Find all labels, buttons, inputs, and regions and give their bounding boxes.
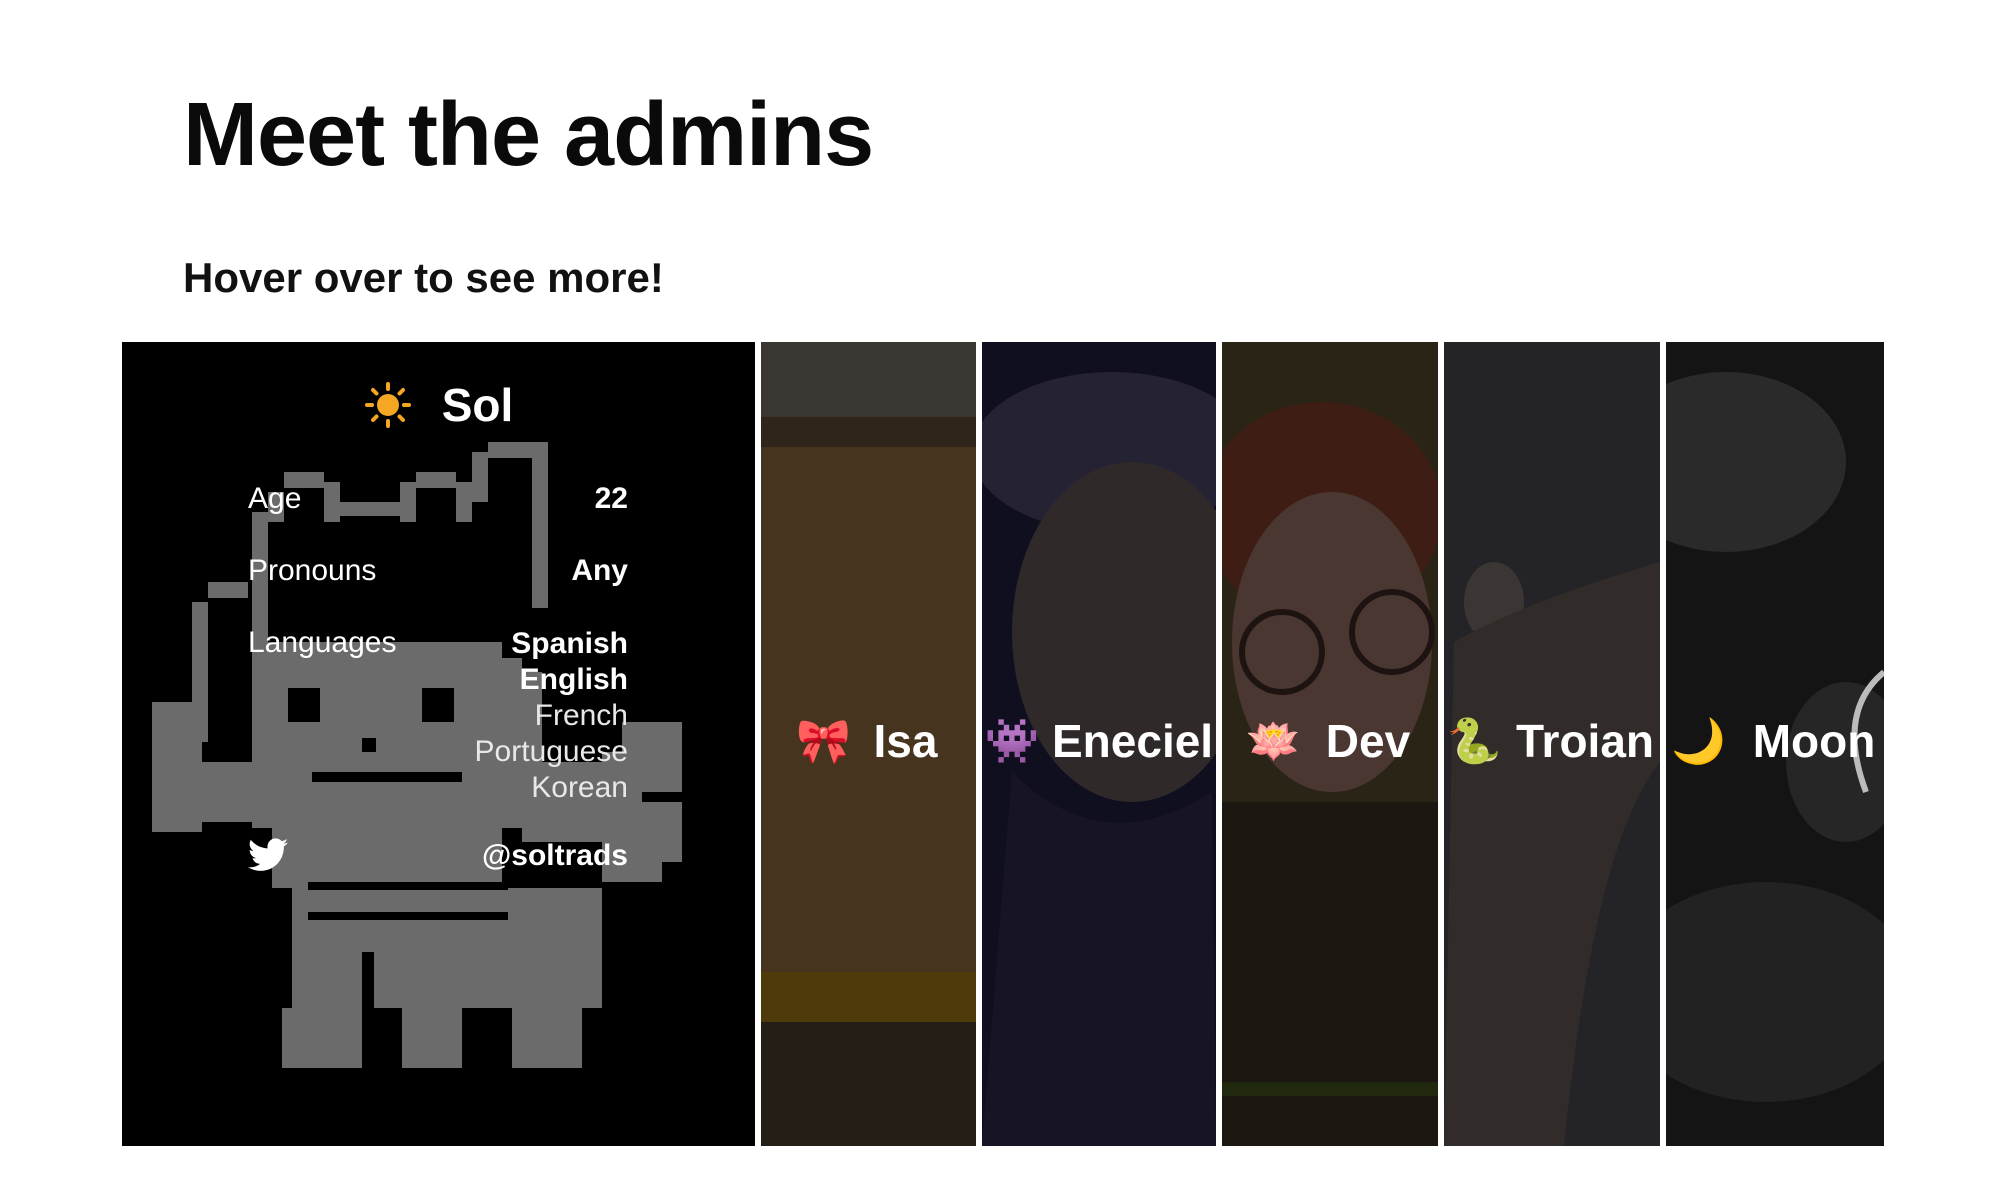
admin-card-dev[interactable]: 🪷 Dev	[1222, 342, 1438, 1146]
language-item: English	[519, 663, 628, 696]
page-subtitle: Hover over to see more!	[183, 254, 664, 301]
languages-list: Spanish English French Portuguese Korean	[475, 626, 628, 806]
admin-label-troian: 🐍 Troian	[1444, 714, 1660, 768]
alien-monster-icon: 👾	[984, 717, 1040, 766]
lotus-icon: 🪷	[1246, 717, 1302, 766]
admin-card-moon[interactable]: 🌙 Moon	[1666, 342, 1884, 1146]
admin-card-troian[interactable]: 🐍 Troian	[1444, 342, 1660, 1146]
info-row-pronouns: Pronouns Any	[248, 554, 628, 588]
info-row-age: Age 22	[248, 482, 628, 516]
info-row-twitter[interactable]: @soltrads	[248, 838, 628, 874]
sol-header: Sol	[122, 378, 755, 432]
crescent-moon-icon: 🌙	[1671, 717, 1727, 766]
languages-label: Languages	[248, 626, 397, 659]
admin-label-dev: 🪷 Dev	[1222, 714, 1438, 768]
twitter-icon[interactable]	[248, 838, 288, 874]
admin-card-eneciel[interactable]: 👾 Eneciel	[982, 342, 1216, 1146]
admin-name-sol: Sol	[441, 379, 514, 431]
language-item: French	[534, 699, 628, 732]
admin-name-moon: Moon	[1752, 715, 1876, 767]
admin-card-sol[interactable]: Sol Age 22 Pronouns Any Languages Spanis…	[122, 342, 755, 1146]
page-title: Meet the admins	[183, 85, 874, 185]
sun-icon	[364, 381, 412, 429]
admin-cards: Sol Age 22 Pronouns Any Languages Spanis…	[122, 342, 1884, 1146]
age-label: Age	[248, 482, 302, 515]
admin-label-eneciel: 👾 Eneciel	[982, 714, 1216, 768]
admin-name-troian: Troian	[1515, 715, 1655, 767]
snake-icon: 🐍	[1446, 717, 1502, 766]
pronouns-value: Any	[571, 554, 628, 587]
admin-name-dev: Dev	[1325, 715, 1411, 767]
ribbon-icon: 🎀	[796, 717, 851, 766]
admin-card-isa[interactable]: 🎀 Isa	[761, 342, 976, 1146]
info-row-languages: Languages Spanish English French Portugu…	[248, 626, 628, 806]
language-item: Portuguese	[474, 735, 628, 768]
language-item: Korean	[531, 771, 628, 804]
admin-label-isa: 🎀 Isa	[761, 714, 976, 768]
age-value: 22	[594, 482, 628, 515]
admin-label-moon: 🌙 Moon	[1666, 714, 1884, 768]
pronouns-label: Pronouns	[248, 554, 377, 587]
language-item: Spanish	[511, 627, 628, 660]
admin-name-isa: Isa	[873, 715, 938, 767]
admin-name-eneciel: Eneciel	[1052, 715, 1214, 767]
twitter-handle-link[interactable]: @soltrads	[482, 839, 628, 873]
